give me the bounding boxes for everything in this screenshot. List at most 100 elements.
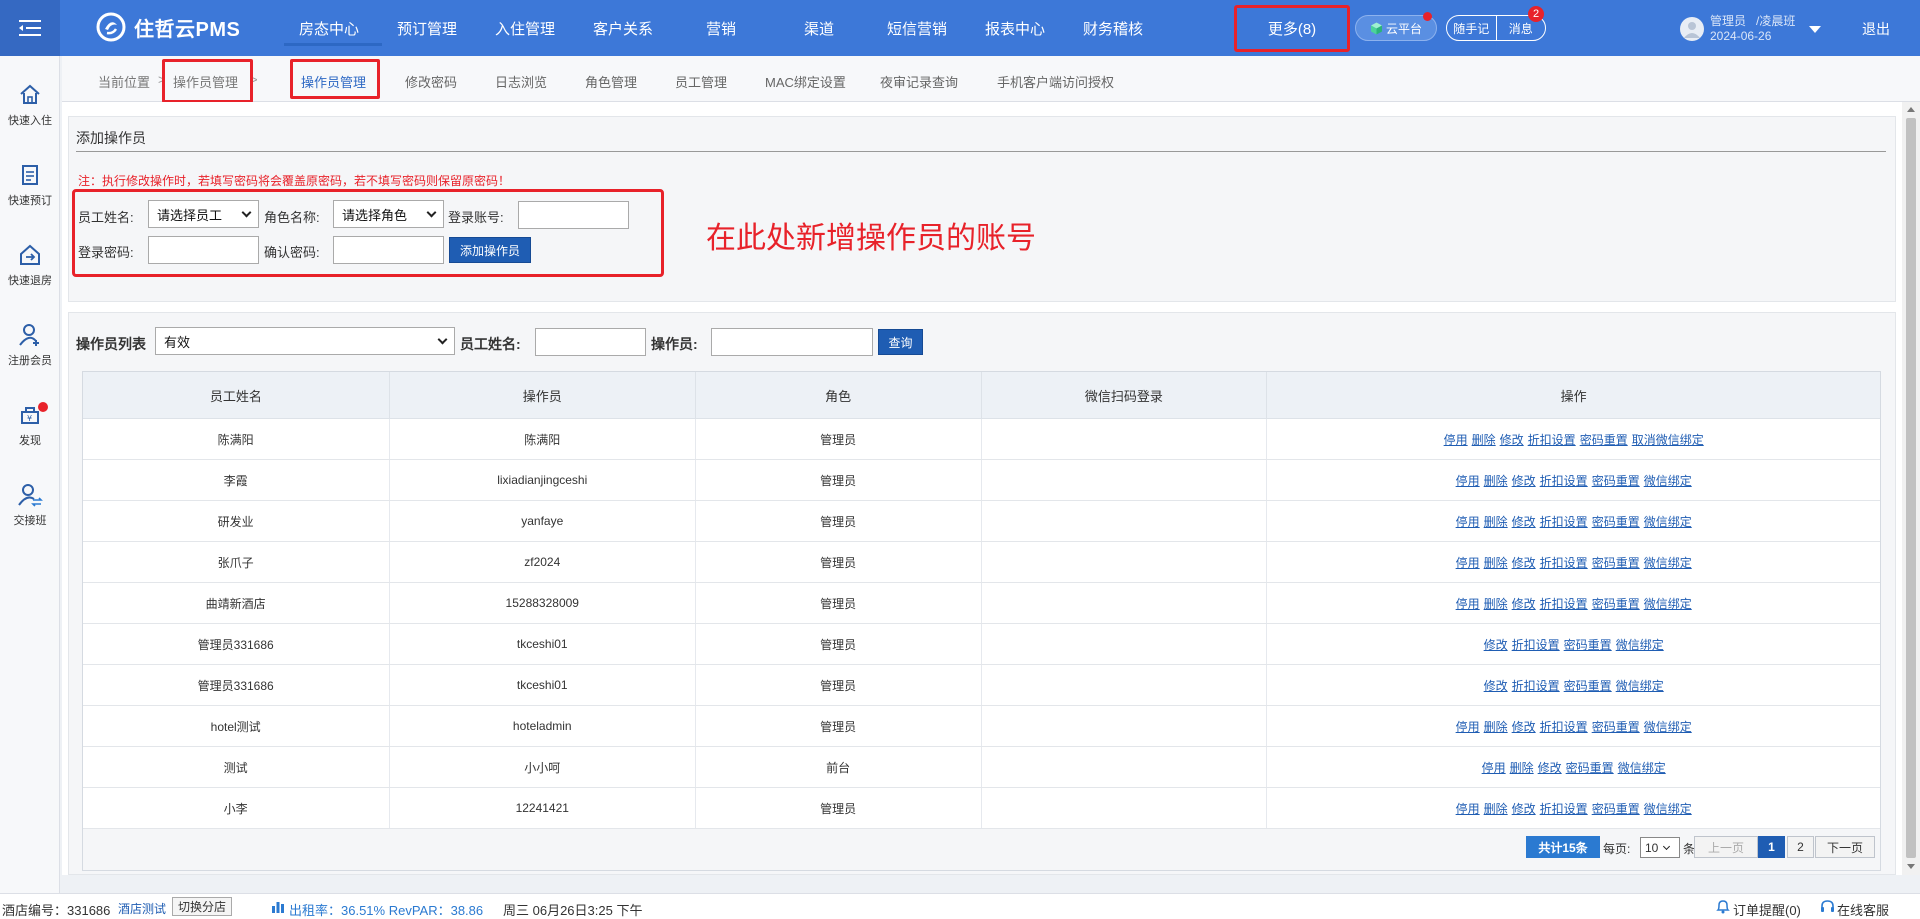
filter-operator-input[interactable] [711, 328, 873, 356]
row-action-link[interactable]: 微信绑定 [1644, 720, 1692, 734]
page-1-button[interactable]: 1 [1758, 836, 1785, 858]
sidebar-item-shift-handover[interactable]: 交接班 [0, 482, 60, 528]
row-action-link[interactable]: 折扣设置 [1540, 515, 1588, 529]
row-action-link[interactable]: 修改 [1512, 597, 1536, 611]
sidebar-item-discover[interactable]: ¥ 发现 [0, 402, 60, 448]
scroll-down-icon[interactable] [1907, 864, 1915, 869]
nav-item-room-status[interactable]: 房态中心 [280, 0, 378, 56]
row-action-link[interactable]: 停用 [1456, 556, 1480, 570]
vertical-scrollbar[interactable] [1902, 102, 1920, 875]
row-action-link[interactable]: 修改 [1512, 515, 1536, 529]
tab-mac-binding[interactable]: MAC绑定设置 [765, 72, 846, 91]
row-action-link[interactable]: 折扣设置 [1540, 556, 1588, 570]
app-logo[interactable]: 住哲云PMS [96, 12, 240, 42]
row-action-link[interactable]: 修改 [1500, 433, 1524, 447]
row-action-link[interactable]: 微信绑定 [1644, 556, 1692, 570]
row-action-link[interactable]: 密码重置 [1592, 474, 1640, 488]
row-action-link[interactable]: 折扣设置 [1540, 720, 1588, 734]
row-action-link[interactable]: 停用 [1456, 597, 1480, 611]
nav-item-sms-marketing[interactable]: 短信营销 [868, 0, 966, 56]
row-action-link[interactable]: 删除 [1484, 556, 1508, 570]
next-page-button[interactable]: 下一页 [1815, 836, 1875, 858]
row-action-link[interactable]: 删除 [1484, 597, 1508, 611]
scrollbar-thumb[interactable] [1906, 118, 1916, 858]
page-2-button[interactable]: 2 [1787, 836, 1814, 858]
row-action-link[interactable]: 停用 [1482, 761, 1506, 775]
row-action-link[interactable]: 停用 [1456, 802, 1480, 816]
row-action-link[interactable]: 折扣设置 [1540, 802, 1588, 816]
row-action-link[interactable]: 密码重置 [1564, 679, 1612, 693]
sidebar-item-quick-checkout[interactable]: 快速退房 [0, 242, 60, 288]
switch-branch-button[interactable]: 切换分店 [172, 897, 233, 916]
nav-item-finance[interactable]: 财务稽核 [1064, 0, 1162, 56]
filter-employee-input[interactable] [535, 328, 646, 356]
per-page-select[interactable]: 10 [1640, 837, 1680, 858]
row-action-link[interactable]: 停用 [1456, 515, 1480, 529]
notes-button[interactable]: 随手记 [1447, 20, 1496, 37]
user-menu[interactable]: 管理员 /凌晨班 2024-06-26 [1680, 14, 1822, 44]
nav-item-crm[interactable]: 客户关系 [574, 0, 672, 56]
row-action-link[interactable]: 删除 [1484, 474, 1508, 488]
order-reminder-link[interactable]: 订单提醒(0) [1733, 900, 1801, 919]
row-action-link[interactable]: 微信绑定 [1618, 761, 1666, 775]
row-action-link[interactable]: 修改 [1512, 802, 1536, 816]
tab-log-browse[interactable]: 日志浏览 [495, 72, 547, 91]
tab-mobile-access-auth[interactable]: 手机客户端访问授权 [997, 72, 1114, 91]
row-action-link[interactable]: 折扣设置 [1512, 638, 1560, 652]
tab-role-management[interactable]: 角色管理 [585, 72, 637, 91]
row-action-link[interactable]: 密码重置 [1592, 556, 1640, 570]
nav-item-channels[interactable]: 渠道 [770, 0, 868, 56]
row-action-link[interactable]: 修改 [1512, 474, 1536, 488]
row-action-link[interactable]: 折扣设置 [1540, 597, 1588, 611]
row-action-link[interactable]: 修改 [1484, 679, 1508, 693]
sidebar-item-quick-reservation[interactable]: 快速预订 [0, 162, 60, 208]
logout-button[interactable]: 退出 [1862, 19, 1890, 39]
row-action-link[interactable]: 修改 [1512, 556, 1536, 570]
tab-change-password[interactable]: 修改密码 [405, 72, 457, 91]
row-action-link[interactable]: 删除 [1510, 761, 1534, 775]
scroll-up-icon[interactable] [1907, 107, 1915, 112]
row-action-link[interactable]: 微信绑定 [1644, 515, 1692, 529]
online-service-link[interactable]: 在线客服 [1837, 900, 1889, 919]
row-action-link[interactable]: 删除 [1484, 720, 1508, 734]
query-button[interactable]: 查询 [878, 329, 923, 355]
sidebar-item-register-member[interactable]: 注册会员 [0, 322, 60, 368]
row-action-link[interactable]: 微信绑定 [1616, 679, 1664, 693]
tab-employee-management[interactable]: 员工管理 [675, 72, 727, 91]
row-action-link[interactable]: 取消微信绑定 [1632, 433, 1704, 447]
row-action-link[interactable]: 停用 [1456, 474, 1480, 488]
row-action-link[interactable]: 密码重置 [1592, 597, 1640, 611]
row-action-link[interactable]: 修改 [1512, 720, 1536, 734]
row-action-link[interactable]: 密码重置 [1580, 433, 1628, 447]
row-action-link[interactable]: 删除 [1472, 433, 1496, 447]
row-action-link[interactable]: 密码重置 [1592, 802, 1640, 816]
row-action-link[interactable]: 删除 [1484, 802, 1508, 816]
row-action-link[interactable]: 停用 [1456, 720, 1480, 734]
row-action-link[interactable]: 删除 [1484, 515, 1508, 529]
sidebar-item-quick-checkin[interactable]: 快速入住 [0, 82, 60, 128]
row-action-link[interactable]: 微信绑定 [1644, 802, 1692, 816]
hotel-name-link[interactable]: 酒店测试 [118, 900, 166, 917]
row-action-link[interactable]: 修改 [1484, 638, 1508, 652]
cloud-platform-button[interactable]: 云平台 [1355, 12, 1437, 41]
row-action-link[interactable]: 密码重置 [1566, 761, 1614, 775]
row-action-link[interactable]: 折扣设置 [1512, 679, 1560, 693]
row-action-link[interactable]: 密码重置 [1592, 515, 1640, 529]
row-action-link[interactable]: 停用 [1444, 433, 1468, 447]
prev-page-button[interactable]: 上一页 [1694, 836, 1758, 858]
tab-night-audit-records[interactable]: 夜审记录查询 [880, 72, 958, 91]
nav-item-marketing[interactable]: 营销 [672, 0, 770, 56]
nav-item-checkin[interactable]: 入住管理 [476, 0, 574, 56]
nav-item-reservations[interactable]: 预订管理 [378, 0, 476, 56]
row-action-link[interactable]: 密码重置 [1564, 638, 1612, 652]
row-action-link[interactable]: 微信绑定 [1616, 638, 1664, 652]
row-action-link[interactable]: 折扣设置 [1540, 474, 1588, 488]
row-action-link[interactable]: 微信绑定 [1644, 474, 1692, 488]
nav-item-reports[interactable]: 报表中心 [966, 0, 1064, 56]
menu-toggle-icon[interactable] [0, 0, 60, 56]
status-select[interactable]: 有效 [155, 327, 455, 355]
row-action-link[interactable]: 折扣设置 [1528, 433, 1576, 447]
messages-button[interactable]: 消息 [1497, 20, 1546, 37]
row-action-link[interactable]: 微信绑定 [1644, 597, 1692, 611]
row-action-link[interactable]: 修改 [1538, 761, 1562, 775]
